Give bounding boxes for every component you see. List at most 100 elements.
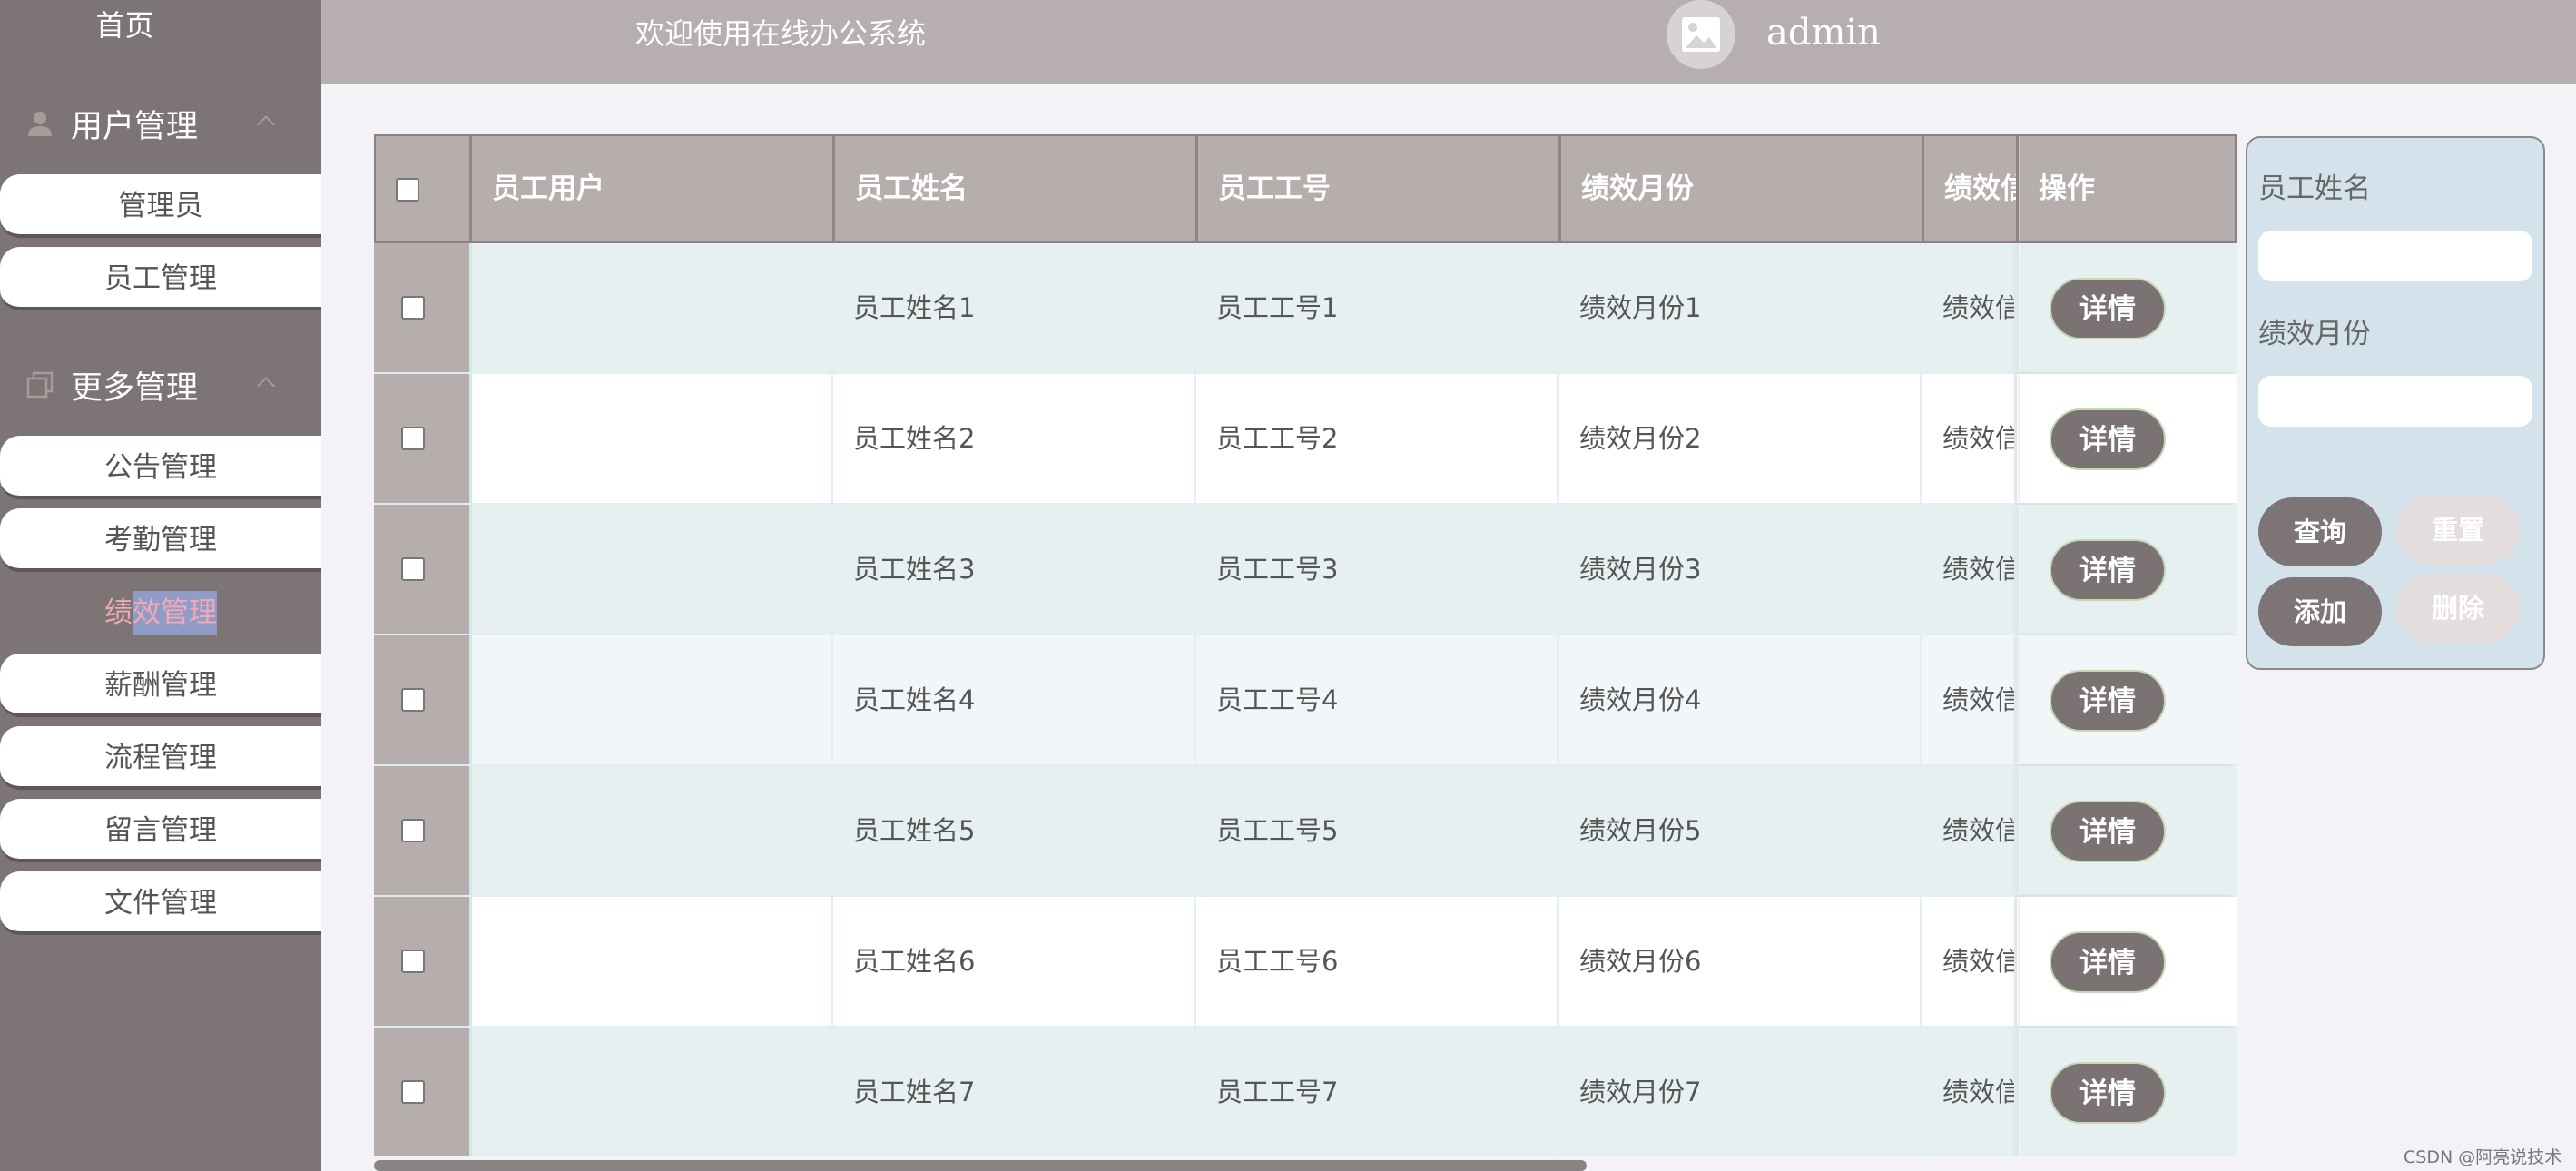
cell-month: 绩效月份6 [1559, 897, 1922, 1026]
performance-table: 员工用户 员工姓名 员工工号 绩效月份 绩效信 操作 员工姓名1员工工号1绩效月… [374, 134, 2237, 1156]
avatar[interactable] [1667, 0, 1735, 69]
detail-button[interactable]: 详情 [2050, 670, 2166, 732]
table-row[interactable]: 员工姓名6 员工工号6 绩效月份6 绩效信 详情 [374, 897, 2237, 1028]
cell-action: 详情 [2019, 243, 2237, 372]
row-checkbox[interactable] [401, 819, 425, 842]
cell-month: 绩效月份4 [1559, 635, 1922, 764]
column-header-info[interactable]: 绩效信 [1924, 136, 2019, 241]
cell-action: 详情 [2019, 1028, 2237, 1156]
cell-month: 绩效月份5 [1559, 766, 1922, 895]
header-select-cell [376, 136, 472, 241]
top-header: 欢迎使用在线办公系统 admin [321, 0, 2576, 84]
sidebar-item-notice[interactable]: 公告管理 [0, 436, 321, 499]
detail-button[interactable]: 详情 [2050, 801, 2166, 862]
sidebar-item-salary[interactable]: 薪酬管理 [0, 654, 321, 717]
sidebar-item-file[interactable]: 文件管理 [0, 871, 321, 935]
row-checkbox[interactable] [401, 688, 425, 712]
column-header-name[interactable]: 员工姓名 [835, 136, 1198, 241]
sidebar-item-message[interactable]: 留言管理 [0, 799, 321, 862]
cell-name: 员工姓名3 [833, 505, 1196, 634]
cell-month: 绩效月份2 [1559, 374, 1922, 503]
cell-user [470, 766, 833, 895]
row-select-cell [374, 505, 472, 634]
chevron-up-icon [257, 377, 275, 395]
query-button[interactable]: 查询 [2258, 497, 2382, 566]
select-all-checkbox[interactable] [396, 178, 419, 202]
cell-number: 员工工号7 [1196, 1028, 1559, 1156]
name-search-input[interactable] [2258, 231, 2532, 281]
copy-icon [26, 371, 54, 399]
row-select-cell [374, 635, 472, 764]
sidebar-item-process[interactable]: 流程管理 [0, 726, 321, 790]
table-row[interactable]: 员工姓名5 员工工号5 绩效月份5 绩效信 详情 [374, 766, 2237, 897]
row-select-cell [374, 766, 472, 895]
add-button[interactable]: 添加 [2258, 577, 2382, 646]
cell-user [470, 505, 833, 634]
cell-name: 员工姓名5 [833, 766, 1196, 895]
cell-info: 绩效信 [1922, 374, 2017, 503]
sidebar-item-label: 绩效管理 [104, 591, 217, 635]
row-checkbox[interactable] [401, 950, 425, 973]
cell-action: 详情 [2019, 374, 2237, 503]
row-select-cell [374, 897, 472, 1026]
cell-name: 员工姓名7 [833, 1028, 1196, 1156]
cell-user [470, 635, 833, 764]
column-header-user[interactable]: 员工用户 [472, 136, 835, 241]
welcome-title: 欢迎使用在线办公系统 [635, 16, 927, 51]
table-row[interactable]: 员工姓名2 员工工号2 绩效月份2 绩效信 详情 [374, 374, 2237, 505]
row-select-cell [374, 243, 472, 372]
month-label: 绩效月份 [2258, 318, 2371, 350]
cell-name: 员工姓名6 [833, 897, 1196, 1026]
detail-button[interactable]: 详情 [2050, 278, 2166, 339]
cell-month: 绩效月份1 [1559, 243, 1922, 372]
delete-button[interactable]: 删除 [2396, 574, 2520, 643]
sidebar-group-more[interactable]: 更多管理 [0, 339, 321, 430]
sidebar-group-label: 用户管理 [71, 108, 199, 145]
table-header: 员工用户 员工姓名 员工工号 绩效月份 绩效信 操作 [374, 134, 2237, 243]
username[interactable]: admin [1766, 0, 1881, 65]
cell-action: 详情 [2019, 505, 2237, 634]
sidebar-item-attendance[interactable]: 考勤管理 [0, 508, 321, 572]
column-header-number[interactable]: 员工工号 [1198, 136, 1561, 241]
cell-info: 绩效信 [1922, 766, 2017, 895]
sidebar-item-home[interactable]: 首页 [0, 0, 250, 54]
cell-number: 员工工号5 [1196, 766, 1559, 895]
image-icon [1682, 17, 1720, 52]
sidebar-group-user[interactable]: 用户管理 [0, 78, 321, 169]
detail-button[interactable]: 详情 [2050, 539, 2166, 601]
reset-button[interactable]: 重置 [2396, 496, 2520, 565]
table-row[interactable]: 员工姓名7 员工工号7 绩效月份7 绩效信 详情 [374, 1028, 2237, 1156]
detail-button[interactable]: 详情 [2050, 1062, 2166, 1124]
cell-info: 绩效信 [1922, 243, 2017, 372]
cell-number: 员工工号6 [1196, 897, 1559, 1026]
sidebar-item-performance[interactable]: 绩效管理 [0, 581, 321, 645]
sidebar-item-performance-label: 绩效管理 [104, 591, 217, 635]
cell-user [470, 1028, 833, 1156]
cell-action: 详情 [2019, 897, 2237, 1026]
cell-name: 员工姓名4 [833, 635, 1196, 764]
month-search-input[interactable] [2258, 376, 2532, 427]
row-checkbox[interactable] [401, 296, 425, 320]
horizontal-scrollbar[interactable] [374, 1160, 1587, 1171]
sidebar-item-admin[interactable]: 管理员 [0, 174, 321, 238]
watermark: CSDN @阿亮说技术 [2404, 1147, 2562, 1167]
row-select-cell [374, 374, 472, 503]
column-header-month[interactable]: 绩效月份 [1561, 136, 1924, 241]
table-row[interactable]: 员工姓名3 员工工号3 绩效月份3 绩效信 详情 [374, 505, 2237, 635]
cell-number: 员工工号2 [1196, 374, 1559, 503]
row-checkbox[interactable] [401, 427, 425, 450]
user-icon [28, 112, 52, 136]
sidebar-item-employee[interactable]: 员工管理 [0, 247, 321, 310]
cell-action: 详情 [2019, 766, 2237, 895]
detail-button[interactable]: 详情 [2050, 931, 2166, 993]
row-checkbox[interactable] [401, 557, 425, 581]
name-label: 员工姓名 [2258, 172, 2371, 205]
detail-button[interactable]: 详情 [2050, 408, 2166, 470]
table-row[interactable]: 员工姓名4 员工工号4 绩效月份4 绩效信 详情 [374, 635, 2237, 766]
search-panel: 员工姓名 绩效月份 查询 重置 添加 删除 [2246, 136, 2545, 670]
table-row[interactable]: 员工姓名1 员工工号1 绩效月份1 绩效信 详情 [374, 243, 2237, 374]
cell-action: 详情 [2019, 635, 2237, 764]
row-checkbox[interactable] [401, 1080, 425, 1104]
cell-info: 绩效信 [1922, 505, 2017, 634]
cell-user [470, 374, 833, 503]
